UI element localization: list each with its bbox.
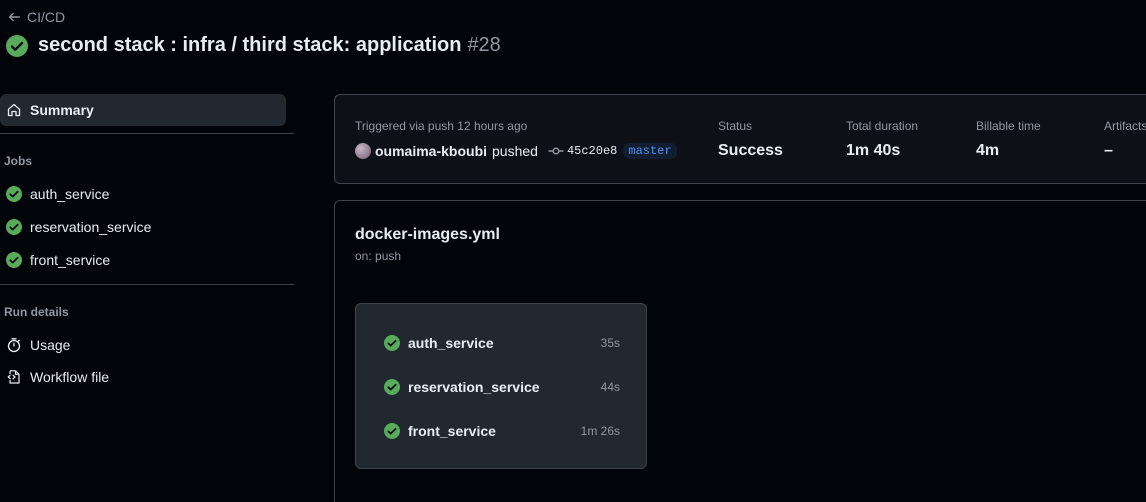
job-node[interactable]: front_service 1m 26s bbox=[384, 421, 620, 441]
success-check-icon bbox=[6, 252, 22, 268]
user-link[interactable]: oumaima-kboubi bbox=[375, 143, 487, 159]
back-link-label: CI/CD bbox=[27, 9, 66, 25]
sidebar-item-usage[interactable]: Usage bbox=[6, 335, 70, 355]
success-check-icon bbox=[384, 335, 400, 351]
sidebar-item-label: Summary bbox=[30, 102, 94, 118]
action-text: pushed bbox=[492, 143, 538, 159]
job-node[interactable]: reservation_service 44s bbox=[384, 377, 620, 397]
artifacts-label: Artifacts bbox=[1104, 119, 1146, 133]
job-name: front_service bbox=[408, 423, 496, 439]
success-check-icon bbox=[6, 186, 22, 202]
run-details-heading: Run details bbox=[4, 305, 69, 319]
sidebar-item-label: Usage bbox=[30, 337, 71, 353]
job-name: auth_service bbox=[408, 335, 494, 351]
sidebar-item-label: auth_service bbox=[30, 186, 110, 202]
sidebar-item-workflow-file[interactable]: Workflow file bbox=[6, 367, 109, 387]
run-summary-card: Triggered via push 12 hours ago oumaima-… bbox=[334, 94, 1146, 184]
divider bbox=[0, 284, 294, 285]
job-node[interactable]: auth_service 35s bbox=[384, 333, 620, 353]
workflow-trigger: on: push bbox=[355, 249, 402, 263]
sidebar-item-label: Workflow file bbox=[30, 369, 110, 385]
sidebar-item-summary[interactable]: Summary bbox=[0, 94, 286, 126]
status-value: Success bbox=[718, 142, 783, 159]
success-check-icon bbox=[384, 423, 400, 439]
artifacts-value: – bbox=[1104, 142, 1113, 159]
page-title: second stack : infra / third stack: appl… bbox=[38, 34, 501, 57]
arrow-left-icon bbox=[8, 12, 20, 22]
sidebar-item-job[interactable]: auth_service bbox=[6, 184, 109, 204]
sidebar-item-label: front_service bbox=[30, 252, 111, 268]
success-check-icon bbox=[384, 379, 400, 395]
job-duration: 44s bbox=[600, 380, 620, 394]
jobs-heading: Jobs bbox=[4, 154, 33, 168]
divider bbox=[0, 133, 294, 134]
commit-sha-link[interactable]: 45c20e8 bbox=[567, 144, 617, 158]
page-title-row: second stack : infra / third stack: appl… bbox=[6, 34, 501, 57]
status-stat: Status Success bbox=[718, 119, 783, 160]
job-duration: 35s bbox=[600, 336, 620, 350]
file-code-icon bbox=[7, 370, 20, 384]
status-label: Status bbox=[718, 119, 753, 133]
sidebar-item-job[interactable]: front_service bbox=[6, 250, 110, 270]
sidebar-item-label: reservation_service bbox=[30, 219, 152, 235]
workflow-file-name: docker-images.yml bbox=[355, 226, 500, 243]
billable-label: Billable time bbox=[976, 119, 1041, 133]
git-commit-icon bbox=[548, 147, 564, 155]
jobs-group: auth_service 35s reservation_service 44s… bbox=[355, 303, 647, 469]
duration-stat: Total duration 1m 40s bbox=[846, 119, 918, 160]
job-duration: 1m 26s bbox=[580, 424, 620, 438]
artifacts-stat: Artifacts – bbox=[1104, 119, 1146, 160]
avatar[interactable] bbox=[355, 143, 371, 159]
success-check-icon bbox=[6, 219, 22, 235]
duration-label: Total duration bbox=[846, 119, 919, 133]
job-name: reservation_service bbox=[408, 379, 540, 395]
stopwatch-icon bbox=[7, 338, 21, 353]
trigger-details: oumaima-kboubi pushed 45c20e8 master bbox=[355, 143, 677, 159]
duration-value[interactable]: 1m 40s bbox=[846, 142, 918, 160]
branch-label[interactable]: master bbox=[623, 143, 677, 159]
run-title: second stack : infra / third stack: appl… bbox=[38, 34, 462, 56]
success-check-icon bbox=[6, 34, 28, 57]
workflow-graph-card: docker-images.yml on: push auth_service … bbox=[334, 200, 1146, 502]
billable-value[interactable]: 4m bbox=[976, 142, 1041, 160]
billable-stat: Billable time 4m bbox=[976, 119, 1041, 160]
trigger-text: Triggered via push 12 hours ago bbox=[355, 119, 528, 133]
back-link[interactable]: CI/CD bbox=[7, 9, 65, 25]
sidebar-item-job[interactable]: reservation_service bbox=[6, 217, 151, 237]
home-icon bbox=[7, 103, 21, 117]
run-number: #28 bbox=[467, 34, 501, 56]
